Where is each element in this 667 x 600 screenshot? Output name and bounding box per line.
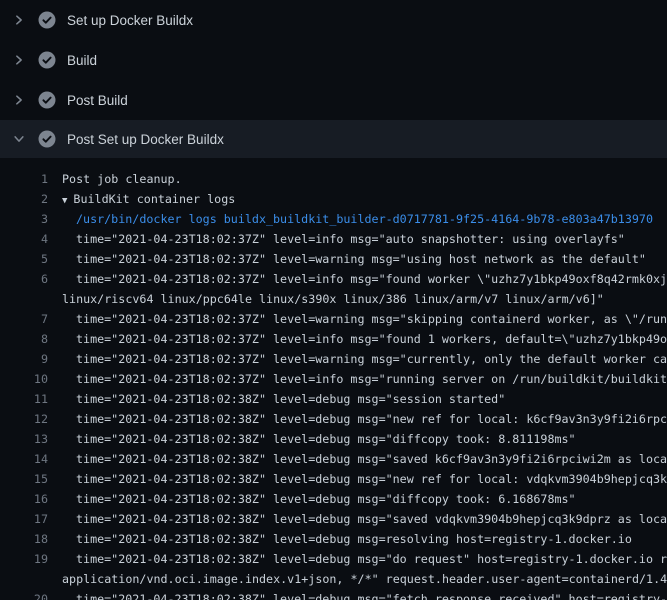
check-circle-icon: [38, 51, 56, 69]
log-line-continuation: application/vnd.oci.image.index.v1+json,…: [0, 569, 667, 589]
line-number[interactable]: 19: [0, 549, 48, 569]
step-row-post-build[interactable]: Post Build: [0, 80, 667, 120]
log-text: BuildKit container logs: [73, 192, 235, 206]
log-line: 2 ▼ BuildKit container logs: [0, 189, 667, 209]
job-steps-list: Set up Docker Buildx Build Post Build Po…: [0, 0, 667, 158]
log-line: 1 Post job cleanup.: [0, 169, 667, 189]
line-number[interactable]: 3: [0, 209, 48, 229]
line-number[interactable]: 10: [0, 369, 48, 389]
log-text: time="2021-04-23T18:02:38Z" level=debug …: [62, 589, 667, 600]
log-text: time="2021-04-23T18:02:38Z" level=debug …: [62, 489, 667, 509]
line-number[interactable]: 5: [0, 249, 48, 269]
log-text: time="2021-04-23T18:02:38Z" level=debug …: [62, 549, 667, 569]
log-line: 19 time="2021-04-23T18:02:38Z" level=debu…: [0, 549, 667, 569]
chevron-right-icon: [12, 13, 26, 27]
log-text: time="2021-04-23T18:02:38Z" level=debug …: [62, 429, 667, 449]
log-text-continuation: linux/riscv64 linux/ppc64le linux/s390x …: [62, 289, 667, 309]
line-number[interactable]: 4: [0, 229, 48, 249]
log-line: 10 time="2021-04-23T18:02:37Z" level=info…: [0, 369, 667, 389]
log-line: 7 time="2021-04-23T18:02:37Z" level=warni…: [0, 309, 667, 329]
log-line: 18 time="2021-04-23T18:02:38Z" level=debu…: [0, 529, 667, 549]
log-text: time="2021-04-23T18:02:37Z" level=warnin…: [62, 349, 667, 369]
line-number[interactable]: 14: [0, 449, 48, 469]
log-line: 9 time="2021-04-23T18:02:37Z" level=warni…: [0, 349, 667, 369]
line-number[interactable]: 15: [0, 469, 48, 489]
log-line: 17 time="2021-04-23T18:02:38Z" level=debu…: [0, 509, 667, 529]
log-line-continuation: linux/riscv64 linux/ppc64le linux/s390x …: [0, 289, 667, 309]
line-number[interactable]: 8: [0, 329, 48, 349]
log-text: time="2021-04-23T18:02:37Z" level=warnin…: [62, 249, 667, 269]
log-line: 8 time="2021-04-23T18:02:37Z" level=info …: [0, 329, 667, 349]
chevron-down-icon: [12, 132, 26, 146]
line-number[interactable]: 2: [0, 189, 48, 209]
log-line: 20 time="2021-04-23T18:02:38Z" level=debu…: [0, 589, 667, 600]
group-expanded-marker-icon: ▼: [62, 191, 67, 209]
log-text: time="2021-04-23T18:02:37Z" level=info m…: [62, 369, 667, 389]
log-group-toggle[interactable]: ▼ BuildKit container logs: [62, 189, 667, 209]
log-line: 4 time="2021-04-23T18:02:37Z" level=info …: [0, 229, 667, 249]
log-line: 15 time="2021-04-23T18:02:38Z" level=debu…: [0, 469, 667, 489]
line-number[interactable]: 13: [0, 429, 48, 449]
log-text: Post job cleanup.: [62, 169, 667, 189]
check-circle-icon: [38, 130, 56, 148]
log-text: time="2021-04-23T18:02:37Z" level=info m…: [62, 329, 667, 349]
log-line: 14 time="2021-04-23T18:02:38Z" level=debu…: [0, 449, 667, 469]
line-number[interactable]: 7: [0, 309, 48, 329]
log-text: time="2021-04-23T18:02:37Z" level=info m…: [62, 269, 667, 289]
line-number-empty: [0, 289, 48, 309]
line-number[interactable]: 12: [0, 409, 48, 429]
chevron-right-icon: [12, 93, 26, 107]
log-text: time="2021-04-23T18:02:38Z" level=debug …: [62, 509, 667, 529]
check-circle-icon: [38, 91, 56, 109]
check-circle-icon: [38, 11, 56, 29]
log-text: /usr/bin/docker logs buildx_buildkit_bui…: [62, 209, 667, 229]
line-number[interactable]: 16: [0, 489, 48, 509]
log-text: time="2021-04-23T18:02:37Z" level=warnin…: [62, 309, 667, 329]
log-line: 12 time="2021-04-23T18:02:38Z" level=debu…: [0, 409, 667, 429]
step-row-build[interactable]: Build: [0, 40, 667, 80]
log-text-continuation: application/vnd.oci.image.index.v1+json,…: [62, 569, 667, 589]
log-line: 5 time="2021-04-23T18:02:37Z" level=warni…: [0, 249, 667, 269]
log-line: 11 time="2021-04-23T18:02:38Z" level=debu…: [0, 389, 667, 409]
log-text: time="2021-04-23T18:02:38Z" level=debug …: [62, 449, 667, 469]
line-number[interactable]: 17: [0, 509, 48, 529]
line-number[interactable]: 1: [0, 169, 48, 189]
line-number[interactable]: 11: [0, 389, 48, 409]
log-text: time="2021-04-23T18:02:38Z" level=debug …: [62, 389, 667, 409]
log-line: 13 time="2021-04-23T18:02:38Z" level=debu…: [0, 429, 667, 449]
step-label: Set up Docker Buildx: [67, 13, 193, 28]
log-line: 3/usr/bin/docker logs buildx_buildkit_bu…: [0, 209, 667, 229]
line-number[interactable]: 18: [0, 529, 48, 549]
log-text: time="2021-04-23T18:02:38Z" level=debug …: [62, 529, 667, 549]
log-text: time="2021-04-23T18:02:37Z" level=info m…: [62, 229, 667, 249]
step-label: Post Build: [67, 93, 128, 108]
step-label: Build: [67, 53, 97, 68]
log-line: 6 time="2021-04-23T18:02:37Z" level=info …: [0, 269, 667, 289]
log-viewer: 1 Post job cleanup. 2 ▼ BuildKit container l…: [0, 158, 667, 600]
step-label: Post Set up Docker Buildx: [67, 132, 224, 147]
line-number-empty: [0, 569, 48, 589]
step-row-set-up-docker-buildx[interactable]: Set up Docker Buildx: [0, 0, 667, 40]
log-text: time="2021-04-23T18:02:38Z" level=debug …: [62, 469, 667, 489]
line-number[interactable]: 20: [0, 589, 48, 600]
line-number[interactable]: 6: [0, 269, 48, 289]
chevron-right-icon: [12, 53, 26, 67]
step-row-post-set-up-docker-buildx[interactable]: Post Set up Docker Buildx: [0, 120, 667, 158]
line-number[interactable]: 9: [0, 349, 48, 369]
log-text: time="2021-04-23T18:02:38Z" level=debug …: [62, 409, 667, 429]
log-line: 16 time="2021-04-23T18:02:38Z" level=debu…: [0, 489, 667, 509]
